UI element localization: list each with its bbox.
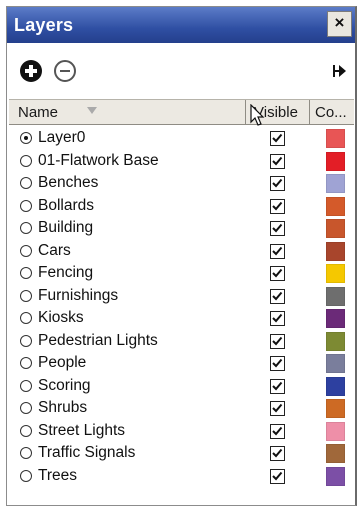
layer-color-swatch[interactable]: [326, 354, 345, 373]
layers-window: Layers × Name Visible Co... Layer0 01-Fla…: [6, 6, 357, 506]
layer-color-swatch[interactable]: [326, 421, 345, 441]
layer-name[interactable]: Shrubs: [38, 399, 87, 417]
visible-checkbox[interactable]: [270, 176, 285, 191]
layer-color-swatch[interactable]: [326, 129, 345, 148]
active-layer-radio[interactable]: [20, 469, 32, 482]
layer-row[interactable]: Cars: [7, 240, 355, 263]
visible-checkbox[interactable]: [270, 378, 285, 394]
close-icon: ×: [334, 13, 345, 32]
active-layer-radio[interactable]: [20, 199, 32, 212]
layer-color-swatch[interactable]: [326, 219, 345, 238]
layer-name[interactable]: Scoring: [38, 377, 91, 395]
visible-checkbox[interactable]: [270, 333, 285, 349]
layer-color-swatch[interactable]: [326, 286, 345, 306]
window-title: Layers: [14, 15, 74, 35]
active-layer-radio[interactable]: [20, 312, 32, 324]
layer-color-swatch[interactable]: [326, 151, 345, 171]
layer-color-swatch[interactable]: [326, 241, 345, 261]
layer-row[interactable]: Street Lights: [7, 420, 355, 443]
visible-checkbox[interactable]: [270, 356, 285, 371]
visible-checkbox[interactable]: [270, 243, 285, 259]
active-layer-radio[interactable]: [20, 402, 32, 414]
layer-row[interactable]: Shrubs: [7, 397, 355, 420]
layer-name[interactable]: Building: [38, 219, 93, 237]
layer-name[interactable]: Traffic Signals: [38, 444, 135, 462]
layer-color-swatch[interactable]: [326, 444, 345, 463]
layer-row[interactable]: Scoring: [7, 375, 355, 398]
layer-row[interactable]: Bollards: [7, 195, 355, 218]
active-layer-radio[interactable]: [20, 424, 32, 437]
layer-row[interactable]: Layer0: [7, 127, 355, 150]
active-layer-radio[interactable]: [20, 357, 32, 369]
layer-color-swatch[interactable]: [326, 399, 345, 418]
active-layer-radio[interactable]: [20, 222, 32, 234]
layer-name[interactable]: Fencing: [38, 264, 93, 282]
active-layer-radio[interactable]: [20, 447, 32, 459]
layer-name[interactable]: Trees: [38, 467, 77, 485]
visible-checkbox[interactable]: [270, 288, 285, 304]
layer-row[interactable]: Fencing: [7, 262, 355, 285]
active-layer-radio[interactable]: [20, 267, 32, 279]
visible-checkbox[interactable]: [270, 423, 285, 439]
active-layer-radio[interactable]: [20, 334, 32, 347]
layer-row[interactable]: Kiosks: [7, 307, 355, 330]
sort-arrow-icon: [87, 107, 97, 114]
active-layer-radio[interactable]: [20, 177, 32, 189]
layer-name[interactable]: Kiosks: [38, 309, 84, 327]
visible-checkbox[interactable]: [270, 446, 285, 461]
active-layer-radio[interactable]: [20, 289, 32, 302]
visible-checkbox[interactable]: [270, 401, 285, 416]
active-layer-radio[interactable]: [20, 379, 32, 392]
add-layer-button[interactable]: [20, 60, 42, 82]
visible-checkbox[interactable]: [270, 266, 285, 281]
layer-color-swatch[interactable]: [326, 174, 345, 193]
layer-name[interactable]: Furnishings: [38, 287, 118, 305]
visible-checkbox[interactable]: [270, 468, 285, 484]
layer-name[interactable]: Pedestrian Lights: [38, 332, 158, 350]
layer-row[interactable]: 01-Flatwork Base: [7, 150, 355, 173]
layer-color-swatch[interactable]: [326, 196, 345, 216]
layer-name[interactable]: People: [38, 354, 86, 372]
layer-color-swatch[interactable]: [326, 264, 345, 283]
layer-color-swatch[interactable]: [326, 309, 345, 328]
layer-color-swatch[interactable]: [326, 466, 345, 486]
active-layer-radio[interactable]: [20, 244, 32, 257]
layer-color-swatch[interactable]: [326, 331, 345, 351]
layer-row[interactable]: Trees: [7, 465, 355, 488]
layer-name[interactable]: Layer0: [38, 129, 85, 147]
active-layer-radio[interactable]: [20, 154, 32, 167]
layer-row[interactable]: Furnishings: [7, 285, 355, 308]
layer-name[interactable]: Benches: [38, 174, 98, 192]
column-header: Name Visible Co...: [9, 99, 354, 125]
remove-layer-button[interactable]: [54, 60, 76, 82]
layer-row[interactable]: Building: [7, 217, 355, 240]
layer-row[interactable]: Benches: [7, 172, 355, 195]
close-button[interactable]: ×: [327, 11, 352, 37]
visible-checkbox[interactable]: [270, 153, 285, 169]
layer-row[interactable]: Pedestrian Lights: [7, 330, 355, 353]
color-column-label: Co...: [315, 104, 347, 121]
layer-row[interactable]: People: [7, 352, 355, 375]
layer-color-swatch[interactable]: [326, 376, 345, 396]
toolbar: [7, 43, 355, 99]
title-bar[interactable]: Layers ×: [7, 7, 355, 43]
active-layer-radio[interactable]: [20, 132, 32, 144]
color-column-header[interactable]: Co...: [310, 100, 354, 124]
layer-name[interactable]: Bollards: [38, 197, 94, 215]
name-column-label: Name: [18, 104, 59, 121]
layer-name[interactable]: Street Lights: [38, 422, 125, 440]
visible-checkbox[interactable]: [270, 221, 285, 236]
mouse-cursor-icon: [250, 104, 265, 126]
layer-name[interactable]: 01-Flatwork Base: [38, 152, 159, 170]
visible-checkbox[interactable]: [270, 131, 285, 146]
layer-name[interactable]: Cars: [38, 242, 71, 260]
visible-checkbox[interactable]: [270, 198, 285, 214]
visible-checkbox[interactable]: [270, 311, 285, 326]
name-column-header[interactable]: Name: [9, 100, 246, 124]
layer-row[interactable]: Traffic Signals: [7, 442, 355, 465]
details-arrow-icon[interactable]: [331, 61, 347, 81]
